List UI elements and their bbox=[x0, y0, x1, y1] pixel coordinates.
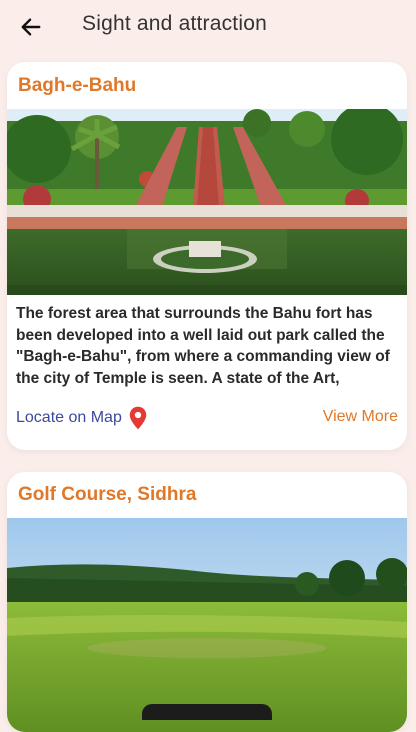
card-title: Bagh-e-Bahu bbox=[18, 75, 137, 96]
card-title: Golf Course, Sidhra bbox=[18, 484, 197, 505]
map-pin-icon bbox=[129, 406, 147, 430]
locate-on-map-button[interactable]: Locate on Map bbox=[16, 406, 147, 430]
page-title: Sight and attraction bbox=[82, 12, 267, 35]
back-button[interactable] bbox=[16, 12, 46, 42]
view-more-button[interactable]: View More bbox=[323, 408, 398, 426]
app-bar: Sight and attraction bbox=[0, 0, 416, 56]
locate-label: Locate on Map bbox=[16, 409, 122, 426]
attraction-card[interactable]: Golf Course, Sidhra bbox=[7, 472, 407, 732]
golf-course-photo bbox=[7, 518, 407, 732]
attraction-card[interactable]: Bagh-e-Bahu The forest area that surroun… bbox=[7, 62, 407, 450]
home-indicator[interactable] bbox=[142, 704, 272, 720]
park-photo bbox=[7, 109, 407, 295]
card-description: The forest area that surrounds the Bahu … bbox=[16, 305, 390, 387]
arrow-left-icon bbox=[21, 18, 41, 36]
